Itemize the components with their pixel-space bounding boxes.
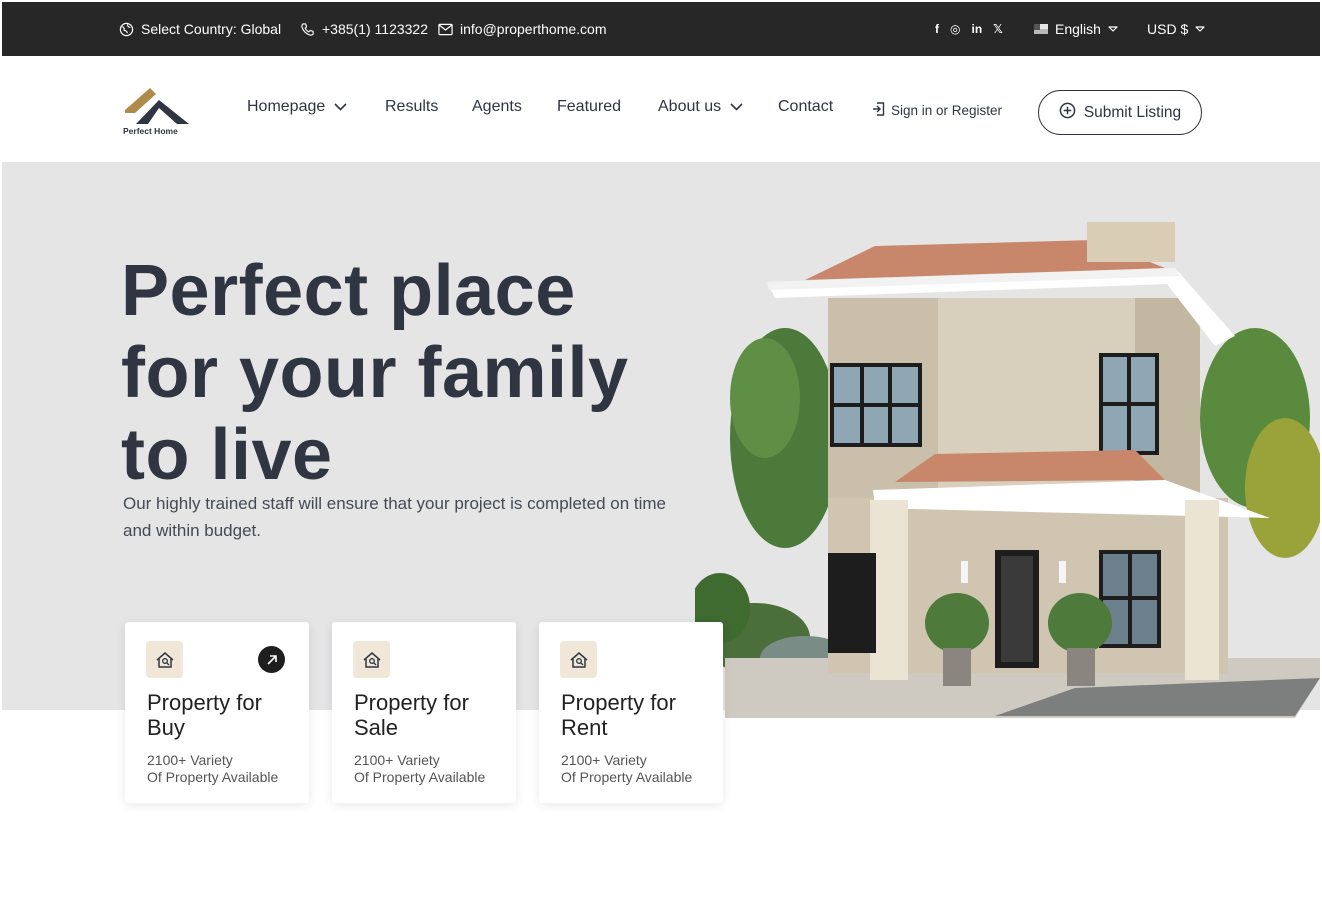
us-flag-icon — [1034, 24, 1048, 34]
chevron-down-icon — [730, 98, 743, 116]
card-description: 2100+ Variety Of Property Available — [354, 752, 486, 785]
card-title: Property for Rent — [561, 690, 676, 740]
country-selector[interactable]: Select Country: Global — [119, 2, 281, 56]
nav-label: Featured — [557, 98, 622, 115]
nav-label: Homepage — [247, 98, 326, 115]
home-search-icon — [146, 641, 183, 678]
submit-listing-button[interactable]: Submit Listing — [1038, 90, 1202, 135]
currency-selector[interactable]: USD $ — [1147, 2, 1205, 56]
email-link[interactable]: info@properthome.com — [438, 2, 607, 56]
brand-name: Perfect Home — [123, 126, 178, 136]
currency-label: USD $ — [1147, 21, 1189, 37]
nav-homepage[interactable]: Homepage — [247, 98, 347, 116]
x-icon[interactable]: 𝕏 — [993, 22, 1003, 36]
phone-icon — [300, 22, 315, 37]
arrow-up-right-icon[interactable] — [258, 646, 285, 673]
card-description: 2100+ Variety Of Property Available — [147, 752, 279, 785]
phone-number: +385(1) 1123322 — [322, 21, 428, 37]
chevron-down-icon — [334, 98, 347, 116]
hero-subtitle: Our highly trained staff will ensure tha… — [123, 494, 667, 540]
brand-logo[interactable]: Perfect Home — [123, 86, 193, 138]
globe-icon — [119, 22, 134, 37]
house-image — [695, 222, 1320, 718]
caret-down-icon — [1108, 25, 1118, 33]
nav-agents[interactable]: Agents — [472, 98, 522, 116]
nav-label: About us — [658, 98, 722, 115]
main-navbar: Perfect Home Homepage Results Agents Fea… — [2, 56, 1320, 162]
nav-label: Agents — [472, 98, 522, 115]
card-title: Property for Buy — [147, 690, 262, 740]
property-card-buy[interactable]: Property for Buy 2100+ Variety Of Proper… — [125, 622, 309, 803]
login-icon — [872, 102, 885, 119]
property-card-rent[interactable]: Property for Rent 2100+ Variety Of Prope… — [539, 622, 723, 803]
home-search-icon — [560, 641, 597, 678]
language-label: English — [1055, 21, 1101, 37]
house-logo-icon — [125, 88, 189, 124]
plus-circle-icon — [1059, 102, 1076, 124]
nav-label: Contact — [778, 98, 834, 115]
hero-title: Perfect place for your family to live — [121, 251, 629, 495]
caret-down-icon — [1195, 25, 1205, 33]
language-selector[interactable]: English — [1034, 2, 1118, 56]
signin-label: Sign in or Register — [891, 103, 1003, 118]
facebook-icon[interactable]: f — [935, 22, 939, 36]
social-links: f ◎ in 𝕏 — [935, 2, 1003, 56]
mail-icon — [438, 23, 453, 36]
phone-link[interactable]: +385(1) 1123322 — [300, 2, 428, 56]
nav-featured[interactable]: Featured — [557, 98, 621, 116]
home-search-icon — [353, 641, 390, 678]
nav-about-us[interactable]: About us — [658, 98, 743, 116]
card-title: Property for Sale — [354, 690, 469, 740]
nav-results[interactable]: Results — [385, 98, 438, 116]
nav-label: Results — [385, 98, 439, 115]
instagram-icon[interactable]: ◎ — [950, 22, 960, 36]
submit-listing-label: Submit Listing — [1083, 103, 1182, 121]
nav-contact[interactable]: Contact — [778, 98, 833, 116]
signin-link[interactable]: Sign in or Register — [872, 102, 1002, 119]
linkedin-icon[interactable]: in — [971, 22, 982, 36]
country-label: Select Country: Global — [141, 21, 282, 37]
property-card-sale[interactable]: Property for Sale 2100+ Variety Of Prope… — [332, 622, 516, 803]
top-bar: Select Country: Global +385(1) 1123322 i… — [2, 2, 1320, 56]
email-address: info@properthome.com — [460, 21, 607, 37]
card-description: 2100+ Variety Of Property Available — [561, 752, 693, 785]
